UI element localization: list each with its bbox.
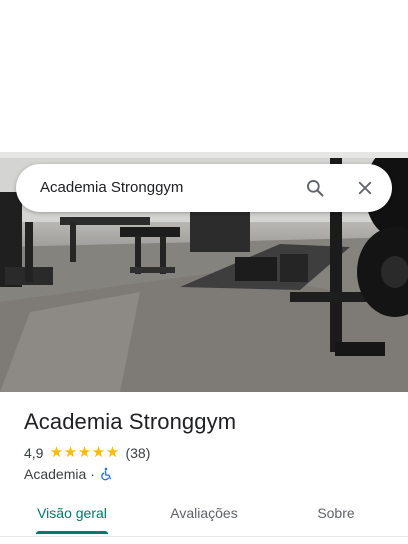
place-category: Academia bbox=[24, 466, 87, 482]
star-icon: ★ bbox=[91, 444, 106, 461]
tabs-divider bbox=[0, 536, 408, 537]
search-bar[interactable]: Academia Stronggym bbox=[16, 164, 392, 212]
category-row: Academia · bbox=[24, 465, 113, 483]
wheelchair-icon bbox=[99, 467, 113, 481]
review-count[interactable]: (38) bbox=[125, 445, 150, 461]
active-tab-indicator bbox=[36, 531, 108, 534]
star-icon: ★ bbox=[77, 444, 92, 461]
rating-row[interactable]: 4,9 ★ ★ ★ ★ ★ (38) bbox=[24, 444, 150, 462]
star-icon: ★ bbox=[49, 444, 64, 461]
star-icon: ★ bbox=[105, 444, 120, 461]
rating-value: 4,9 bbox=[24, 445, 44, 461]
search-icon[interactable] bbox=[303, 176, 327, 200]
place-tabs: Visão geral Avaliações Sobre bbox=[0, 494, 408, 536]
tab-reviews[interactable]: Avaliações bbox=[156, 494, 252, 534]
close-icon[interactable] bbox=[353, 176, 377, 200]
tab-about[interactable]: Sobre bbox=[288, 494, 384, 534]
tab-overview[interactable]: Visão geral bbox=[24, 494, 120, 534]
separator: · bbox=[90, 466, 95, 482]
search-input[interactable]: Academia Stronggym bbox=[40, 164, 183, 212]
star-rating: ★ ★ ★ ★ ★ bbox=[49, 444, 119, 462]
place-title: Academia Stronggym bbox=[24, 409, 237, 434]
star-icon: ★ bbox=[63, 444, 78, 461]
